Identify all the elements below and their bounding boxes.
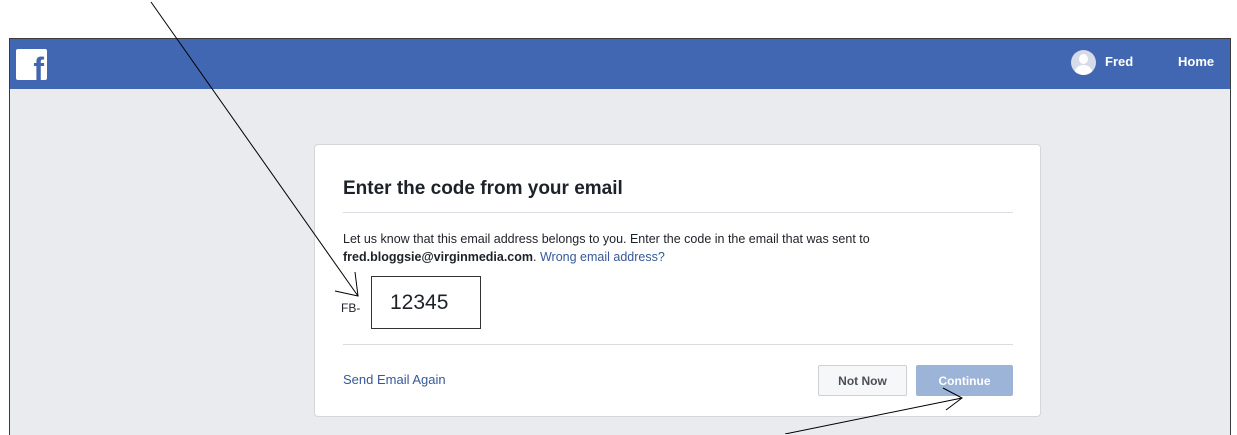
top-navigation-bar: f Fred Home: [10, 39, 1230, 89]
avatar-body-shape: [1075, 65, 1092, 75]
avatar-head-shape: [1079, 54, 1088, 64]
wrong-email-link[interactable]: Wrong email address?: [540, 250, 665, 264]
send-email-again-link[interactable]: Send Email Again: [343, 372, 446, 387]
user-avatar-icon[interactable]: [1071, 50, 1096, 75]
email-address: fred.bloggsie@virginmedia.com: [343, 250, 534, 264]
facebook-logo-icon[interactable]: f: [16, 49, 47, 80]
title-divider: [343, 212, 1013, 213]
dialog-title: Enter the code from your email: [343, 178, 623, 199]
code-prefix-label: FB-: [341, 301, 361, 315]
dialog-description: Let us know that this email address belo…: [343, 230, 1023, 266]
not-now-button[interactable]: Not Now: [818, 365, 907, 396]
browser-frame: f Fred Home Enter the code from your ema…: [9, 38, 1231, 435]
description-intro: Let us know that this email address belo…: [343, 232, 870, 246]
nav-user-name[interactable]: Fred: [1105, 54, 1133, 69]
verify-email-dialog: Enter the code from your email Let us kn…: [314, 144, 1041, 417]
nav-home-link[interactable]: Home: [1178, 54, 1214, 69]
confirmation-code-input[interactable]: [371, 276, 481, 329]
footer-divider: [343, 344, 1013, 345]
continue-button[interactable]: Continue: [916, 365, 1013, 396]
logo-letter: f: [33, 51, 44, 80]
description-end: .: [533, 250, 540, 264]
